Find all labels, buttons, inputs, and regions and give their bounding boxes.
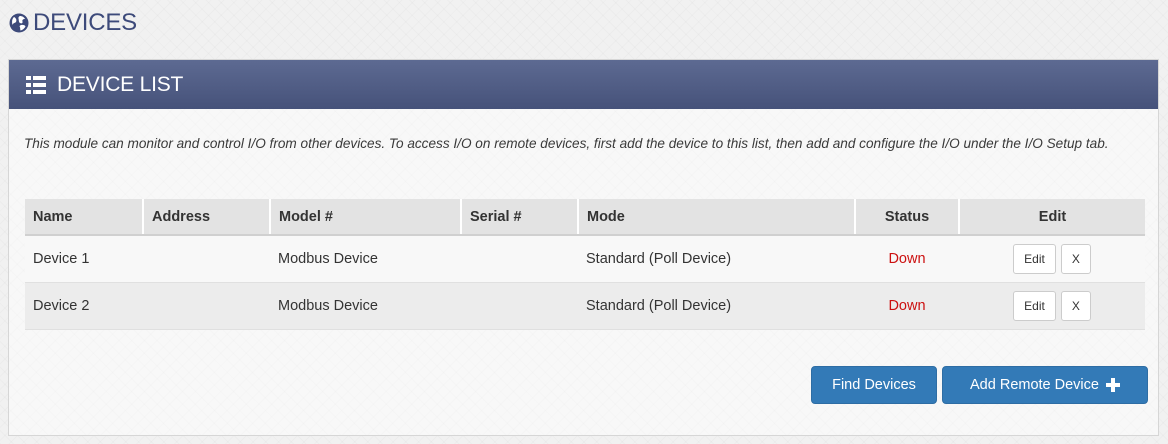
device-status: Down	[855, 235, 959, 282]
panel-heading: DEVICE LIST	[9, 60, 1158, 109]
device-status: Down	[855, 281, 959, 330]
device-mode: Standard (Poll Device)	[578, 235, 855, 282]
edit-cell: Edit X	[959, 281, 1145, 330]
table-row: Device 1 Modbus Device Standard (Poll De…	[25, 235, 1145, 282]
edit-button[interactable]: Edit	[1013, 243, 1056, 274]
list-icon	[26, 75, 46, 94]
device-serial	[461, 281, 578, 330]
page-title: DEVICES	[33, 9, 137, 36]
globe-icon	[9, 13, 29, 33]
find-devices-label: Find Devices	[832, 377, 916, 393]
panel-description: This module can monitor and control I/O …	[24, 136, 1109, 151]
page-header: DEVICES	[9, 8, 137, 38]
column-header-status: Status	[854, 199, 959, 236]
table-row: Device 2 Modbus Device Standard (Poll De…	[25, 281, 1145, 330]
device-model: Modbus Device	[270, 235, 461, 282]
device-serial	[461, 235, 578, 282]
edit-cell: Edit X	[959, 235, 1145, 282]
device-name: Device 2	[25, 281, 143, 330]
device-address	[143, 235, 270, 282]
table-header-row: Name Address Model # Serial # Mode Statu…	[25, 199, 1145, 236]
plus-icon	[1105, 378, 1120, 392]
device-table: Name Address Model # Serial # Mode Statu…	[25, 199, 1145, 330]
find-devices-button[interactable]: Find Devices	[811, 366, 937, 404]
delete-button[interactable]: X	[1060, 243, 1091, 274]
add-remote-device-button[interactable]: Add Remote Device	[942, 366, 1148, 404]
delete-button[interactable]: X	[1060, 290, 1091, 321]
column-header-edit: Edit	[958, 199, 1145, 236]
device-list-panel: DEVICE LIST This module can monitor and …	[8, 59, 1159, 436]
column-header-address: Address	[142, 199, 270, 236]
column-header-name: Name	[25, 199, 143, 236]
device-model: Modbus Device	[270, 281, 461, 330]
edit-button[interactable]: Edit	[1013, 290, 1056, 321]
device-mode: Standard (Poll Device)	[578, 281, 855, 330]
panel-title: DEVICE LIST	[57, 72, 184, 96]
column-header-mode: Mode	[577, 199, 855, 236]
column-header-serial: Serial #	[460, 199, 578, 236]
column-header-model: Model #	[269, 199, 461, 236]
add-remote-device-label: Add Remote Device	[970, 377, 1099, 393]
device-address	[143, 281, 270, 330]
device-name: Device 1	[25, 235, 143, 282]
